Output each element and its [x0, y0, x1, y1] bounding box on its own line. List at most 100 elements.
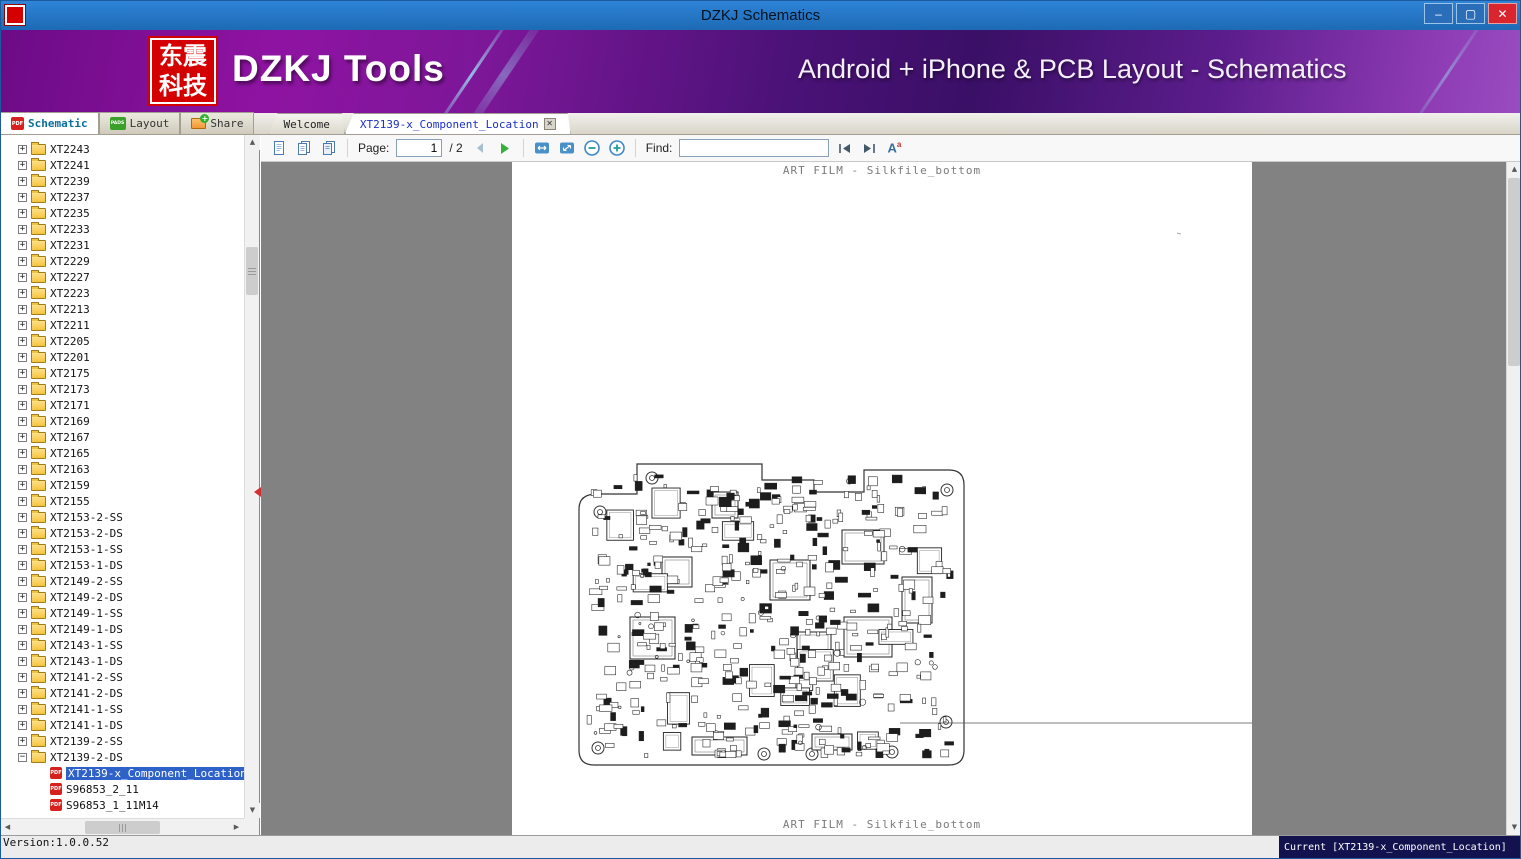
tree-folder[interactable]: +XT2155 [0, 493, 244, 509]
tree-folder[interactable]: +XT2231 [0, 237, 244, 253]
expand-icon[interactable]: + [18, 657, 27, 666]
tree-file[interactable]: PDFS96853_1_11M14 [0, 797, 244, 813]
expand-icon[interactable]: + [18, 513, 27, 522]
expand-icon[interactable]: + [18, 465, 27, 474]
tree-folder[interactable]: +XT2159 [0, 477, 244, 493]
fit-page-button[interactable] [557, 138, 577, 158]
expand-icon[interactable]: + [18, 353, 27, 362]
tree-folder[interactable]: +XT2153-1-SS [0, 541, 244, 557]
tree-folder[interactable]: +XT2141-2-SS [0, 669, 244, 685]
tree-folder[interactable]: +XT2149-2-SS [0, 573, 244, 589]
collapse-icon[interactable]: − [18, 753, 27, 762]
find-input[interactable] [679, 139, 829, 157]
pdf-page[interactable]: ART FILM - Silkfile_bottom ART FILM - Si… [512, 162, 1252, 835]
tree-scrollbar-thumb[interactable] [246, 247, 258, 295]
expand-icon[interactable]: + [18, 417, 27, 426]
tree-folder[interactable]: +XT2149-1-DS [0, 621, 244, 637]
pdf-viewer[interactable]: ART FILM - Silkfile_bottom ART FILM - Si… [261, 162, 1521, 835]
tree-folder[interactable]: +XT2235 [0, 205, 244, 221]
tree-folder[interactable]: +XT2149-2-DS [0, 589, 244, 605]
expand-icon[interactable]: + [18, 593, 27, 602]
expand-icon[interactable]: + [18, 209, 27, 218]
expand-icon[interactable]: + [18, 193, 27, 202]
tree-folder[interactable]: +XT2139-2-SS [0, 733, 244, 749]
tab-layout[interactable]: PADS Layout [99, 112, 181, 134]
tree-folder[interactable]: +XT2205 [0, 333, 244, 349]
tab-schematic[interactable]: PDF Schematic [0, 112, 99, 134]
tree-folder[interactable]: +XT2227 [0, 269, 244, 285]
tree-folder[interactable]: +XT2143-1-SS [0, 637, 244, 653]
expand-icon[interactable]: + [18, 241, 27, 250]
page-number-input[interactable] [396, 139, 442, 157]
tree-folder[interactable]: +XT2169 [0, 413, 244, 429]
expand-icon[interactable]: + [18, 161, 27, 170]
expand-icon[interactable]: + [18, 673, 27, 682]
tree-folder[interactable]: +XT2233 [0, 221, 244, 237]
expand-icon[interactable]: + [18, 449, 27, 458]
zoom-out-button[interactable] [582, 138, 602, 158]
facing-pages-view-button[interactable] [294, 138, 314, 158]
tree-folder[interactable]: +XT2153-2-DS [0, 525, 244, 541]
expand-icon[interactable]: + [18, 737, 27, 746]
tree-file[interactable]: PDFXT2139-x_Component_Location [0, 765, 244, 781]
tab-close-icon[interactable]: ✕ [544, 118, 556, 130]
expand-icon[interactable]: + [18, 561, 27, 570]
tree-folder[interactable]: +XT2143-1-DS [0, 653, 244, 669]
find-next-button[interactable] [859, 138, 879, 158]
expand-icon[interactable]: + [18, 689, 27, 698]
tree-folder[interactable]: +XT2211 [0, 317, 244, 333]
continuous-view-button[interactable] [319, 138, 339, 158]
find-previous-button[interactable] [834, 138, 854, 158]
tree-file[interactable]: PDFS96853_2_11 [0, 781, 244, 797]
next-page-button[interactable] [495, 138, 515, 158]
expand-icon[interactable]: + [18, 625, 27, 634]
expand-icon[interactable]: + [18, 225, 27, 234]
tree-folder[interactable]: +XT2153-2-SS [0, 509, 244, 525]
tree-folder[interactable]: −XT2139-2-DS [0, 749, 244, 765]
expand-icon[interactable]: + [18, 273, 27, 282]
expand-icon[interactable]: + [18, 497, 27, 506]
tab-share[interactable]: + Share [180, 112, 254, 134]
expand-icon[interactable]: + [18, 433, 27, 442]
scroll-down-icon[interactable]: ▼ [245, 803, 260, 818]
tree-folder[interactable]: +XT2141-1-SS [0, 701, 244, 717]
expand-icon[interactable]: + [18, 609, 27, 618]
viewer-vertical-scrollbar[interactable]: ▲ ▼ [1506, 162, 1521, 835]
minimize-button[interactable]: – [1424, 3, 1453, 24]
zoom-in-button[interactable] [607, 138, 627, 158]
expand-icon[interactable]: + [18, 369, 27, 378]
expand-icon[interactable]: + [18, 641, 27, 650]
tree-folder[interactable]: +XT2163 [0, 461, 244, 477]
expand-icon[interactable]: + [18, 401, 27, 410]
tree-folder[interactable]: +XT2175 [0, 365, 244, 381]
expand-icon[interactable]: + [18, 177, 27, 186]
tree-folder[interactable]: +XT2149-1-SS [0, 605, 244, 621]
splitter-collapse-icon[interactable] [254, 487, 261, 497]
tree-folder[interactable]: +XT2165 [0, 445, 244, 461]
tree-vertical-scrollbar[interactable]: ▲ ▼ [244, 135, 259, 818]
expand-icon[interactable]: + [18, 529, 27, 538]
tree-folder[interactable]: +XT2239 [0, 173, 244, 189]
previous-page-button[interactable] [470, 138, 490, 158]
match-case-button[interactable]: Aa [884, 138, 904, 158]
expand-icon[interactable]: + [18, 289, 27, 298]
expand-icon[interactable]: + [18, 385, 27, 394]
tree-folder[interactable]: +XT2167 [0, 429, 244, 445]
viewer-scrollbar-thumb[interactable] [1508, 178, 1520, 366]
tree-folder[interactable]: +XT2213 [0, 301, 244, 317]
tree-folder[interactable]: +XT2141-1-DS [0, 717, 244, 733]
doc-tab-welcome[interactable]: Welcome [268, 113, 344, 134]
scroll-left-icon[interactable]: ◀ [0, 820, 15, 835]
tree-folder[interactable]: +XT2171 [0, 397, 244, 413]
close-button[interactable]: ✕ [1488, 3, 1517, 24]
expand-icon[interactable]: + [18, 145, 27, 154]
maximize-button[interactable]: ▢ [1456, 3, 1485, 24]
tree-folder[interactable]: +XT2223 [0, 285, 244, 301]
tree-folder[interactable]: +XT2153-1-DS [0, 557, 244, 573]
expand-icon[interactable]: + [18, 577, 27, 586]
doc-tab-component-location[interactable]: XT2139-x_Component_Location ✕ [345, 113, 571, 134]
tree-horizontal-scrollbar[interactable]: ◀ ▶ [0, 818, 244, 835]
expand-icon[interactable]: + [18, 337, 27, 346]
tree-folder[interactable]: +XT2237 [0, 189, 244, 205]
tree-folder[interactable]: +XT2201 [0, 349, 244, 365]
